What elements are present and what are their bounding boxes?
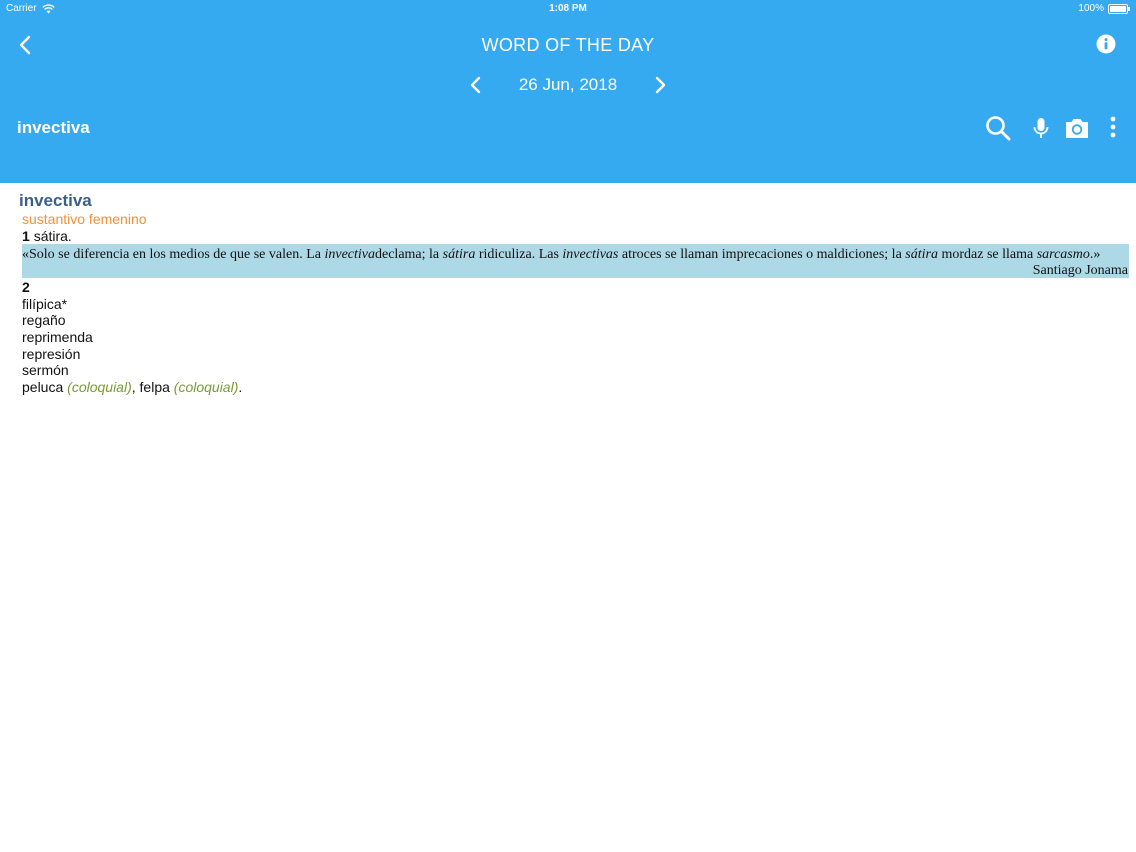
quote-author: Santiago Jonama	[1032, 263, 1128, 278]
entry-headword: invectiva	[19, 191, 92, 210]
search-icon[interactable]	[984, 114, 1012, 142]
synonym-item[interactable]: regaño	[22, 312, 66, 328]
register-tag: (coloquial)	[67, 379, 132, 395]
microphone-icon[interactable]	[1030, 114, 1052, 142]
battery-icon	[1108, 3, 1130, 14]
sense-1-number: 1	[22, 228, 30, 244]
battery-percent: 100%	[1078, 3, 1104, 14]
info-icon[interactable]	[1096, 34, 1116, 54]
search-word[interactable]: invectiva	[17, 118, 90, 138]
synonym-item[interactable]: reprimenda	[22, 329, 93, 345]
quote-text: «Solo se diferencia en los medios de que…	[22, 247, 1101, 262]
more-vertical-icon[interactable]	[1104, 114, 1122, 142]
date-label: 26 Jun, 2018	[518, 75, 618, 94]
example-quote: «Solo se diferencia en los medios de que…	[22, 244, 1129, 278]
camera-icon[interactable]	[1063, 114, 1091, 142]
synonym-line-colloquial: peluca (coloquial), felpa (coloquial).	[22, 379, 243, 395]
register-tag: (coloquial)	[173, 379, 239, 395]
synonym-item[interactable]: represión	[22, 346, 80, 362]
sense-1-text: sátira.	[33, 228, 72, 244]
app-header: Carrier 1:08 PM 100% WORD OF THE DAY 26 …	[0, 0, 1136, 183]
page-title: WORD OF THE DAY	[481, 35, 655, 55]
sense-2-number: 2	[22, 279, 30, 295]
synonym-item[interactable]: filípica*	[22, 296, 67, 312]
synonym-item[interactable]: felpa	[140, 379, 170, 395]
date-navigator: 26 Jun, 2018	[0, 73, 1136, 97]
synonym-item[interactable]: peluca	[22, 379, 63, 395]
part-of-speech: sustantivo femenino	[22, 211, 147, 227]
sense-1: 1 sátira.	[22, 228, 72, 244]
synonym-item[interactable]: sermón	[22, 362, 69, 378]
status-time: 1:08 PM	[549, 3, 587, 14]
chevron-right-icon[interactable]	[650, 73, 670, 97]
status-bar: Carrier 1:08 PM 100%	[0, 0, 1136, 18]
